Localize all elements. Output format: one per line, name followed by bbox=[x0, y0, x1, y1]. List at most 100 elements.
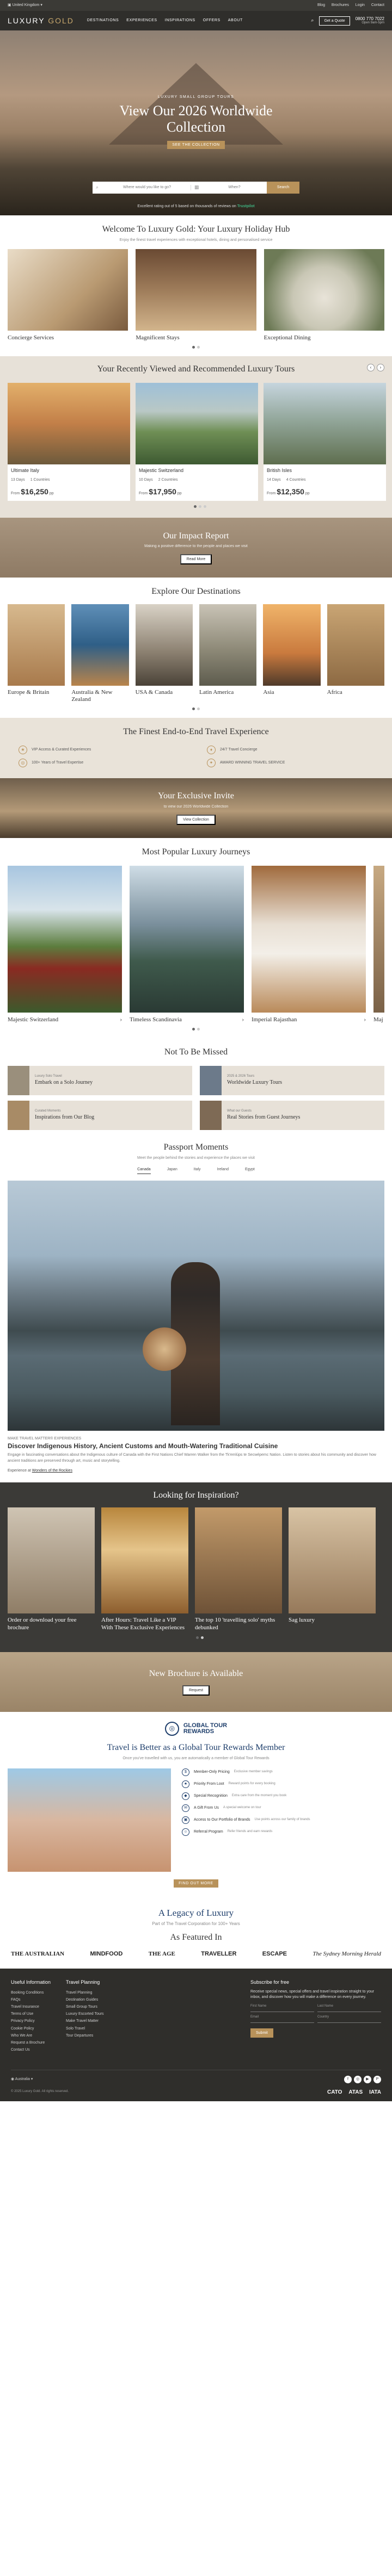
footer-link[interactable]: Who We Are bbox=[11, 2033, 51, 2038]
topbar-link-login[interactable]: Login bbox=[356, 3, 365, 7]
card-label: Exceptional Dining bbox=[264, 334, 311, 341]
destination-africa[interactable]: Africa bbox=[327, 604, 384, 703]
footer-link[interactable]: Solo Travel bbox=[66, 2026, 104, 2031]
tour-card[interactable]: Majestic Switzerland 10 Days 2 Countries … bbox=[136, 382, 258, 501]
inspire-card[interactable]: The top 10 'travelling solo' myths debun… bbox=[195, 1507, 282, 1632]
tab-japan[interactable]: Japan bbox=[167, 1167, 177, 1174]
missed-stories[interactable]: What our Guests Real Stories from Guest J… bbox=[200, 1100, 384, 1130]
country-select[interactable]: Country bbox=[317, 2015, 381, 2023]
trustpilot-rating[interactable]: Excellent rating out of 5 based on thous… bbox=[0, 204, 392, 209]
footer-link[interactable]: Request a Brochure bbox=[11, 2040, 51, 2045]
tab-ireland[interactable]: Ireland bbox=[217, 1167, 229, 1174]
facebook-icon[interactable]: f bbox=[344, 2075, 352, 2083]
nav-offers[interactable]: Offers bbox=[203, 18, 220, 23]
inspire-card[interactable]: Sag luxury bbox=[289, 1507, 376, 1632]
footer-link[interactable]: Destination Guides bbox=[66, 1997, 104, 2002]
pinterest-icon[interactable]: P bbox=[373, 2075, 381, 2083]
date-search-input[interactable]: ▦ When? bbox=[191, 184, 267, 190]
nav-experiences[interactable]: Experiences bbox=[126, 18, 157, 23]
destination-asia[interactable]: Asia bbox=[263, 604, 321, 703]
first-name-field[interactable]: First Name bbox=[250, 2004, 314, 2012]
passport-tour-link[interactable]: Wonders of the Rockies bbox=[32, 1469, 72, 1473]
destination-latin-america[interactable]: Latin America bbox=[199, 604, 257, 703]
footer-link[interactable]: Booking Conditions bbox=[11, 1990, 51, 1995]
footer-link[interactable]: Tour Departures bbox=[66, 2033, 104, 2038]
card-dining[interactable]: Exceptional Dining bbox=[264, 249, 384, 342]
journey-card[interactable]: Maj bbox=[373, 865, 384, 1023]
tour-card[interactable]: Ultimate Italy 13 Days 1 Countries From $… bbox=[8, 382, 130, 501]
journey-card[interactable]: Imperial Rajasthan › bbox=[252, 865, 366, 1023]
impact-read-more-button[interactable]: Read More bbox=[180, 554, 212, 565]
card-concierge[interactable]: Concierge Services bbox=[8, 249, 128, 342]
footer-link[interactable]: Cookie Policy bbox=[11, 2026, 51, 2031]
carousel-dots[interactable] bbox=[8, 505, 392, 508]
footer-link[interactable]: Privacy Policy bbox=[11, 2019, 51, 2023]
tour-card[interactable]: British Isles 14 Days 4 Countries From $1… bbox=[264, 382, 386, 501]
inspire-image bbox=[289, 1507, 376, 1614]
missed-solo[interactable]: Luxury Solo Travel Embark on a Solo Journ… bbox=[8, 1065, 192, 1095]
phone-number[interactable]: 0800 770 7022 Open 9am-5pm bbox=[356, 16, 384, 26]
youtube-icon[interactable]: ▶ bbox=[364, 2075, 371, 2083]
footer-link[interactable]: Travel Insurance bbox=[11, 2004, 51, 2009]
missed-kicker: 2025 & 2026 Tours bbox=[227, 1075, 255, 1078]
feature-award: ✦ AWARD WINNING TRAVEL SERVICE bbox=[207, 758, 373, 767]
topbar-link-contact[interactable]: Contact bbox=[371, 3, 384, 7]
card-stays[interactable]: Magnificent Stays bbox=[136, 249, 256, 342]
journey-card[interactable]: Timeless Scandinavia › bbox=[130, 865, 244, 1023]
region-selector[interactable]: ▣ United Kingdom ▾ bbox=[8, 3, 42, 8]
destination-search-input[interactable]: ⌕ Where would you like to go? bbox=[93, 184, 191, 190]
carousel-dots[interactable] bbox=[8, 1636, 392, 1639]
get-quote-button[interactable]: Get a Quote bbox=[319, 16, 350, 26]
footer-link[interactable]: Travel Planning bbox=[66, 1990, 104, 1995]
carousel-dots[interactable] bbox=[8, 707, 384, 711]
footer-link[interactable]: FAQs bbox=[11, 1997, 51, 2002]
inspire-card[interactable]: Order or download your free brochure bbox=[8, 1507, 95, 1632]
journey-image bbox=[130, 865, 244, 1013]
footer-link[interactable]: Luxury Escorted Tours bbox=[66, 2012, 104, 2016]
footer-link[interactable]: Contact Us bbox=[11, 2047, 51, 2052]
footer-region-selector[interactable]: ◉ Australia ▾ bbox=[11, 2077, 33, 2082]
see-collection-button[interactable]: See the Collection bbox=[167, 140, 225, 149]
search-button[interactable]: Search bbox=[267, 182, 299, 194]
passport-moments-section: Passport Moments Meet the people behind … bbox=[0, 1133, 392, 1482]
footer-link[interactable]: Make Travel Matter bbox=[66, 2019, 104, 2023]
destination-europe[interactable]: Europe & Britain bbox=[8, 604, 65, 703]
prev-arrow-icon[interactable]: ‹ bbox=[367, 364, 375, 372]
main-nav: Destinations Experiences Inspirations Of… bbox=[87, 18, 243, 23]
email-field[interactable]: Email bbox=[250, 2015, 314, 2023]
topbar-link-brochures[interactable]: Brochures bbox=[332, 3, 349, 7]
view-collection-button[interactable]: View Collection bbox=[176, 815, 216, 825]
instagram-icon[interactable]: ◎ bbox=[354, 2075, 362, 2083]
site-logo[interactable]: LUXURY GOLD bbox=[8, 16, 74, 26]
newsletter-submit-button[interactable]: Submit bbox=[250, 2028, 273, 2038]
nav-about[interactable]: About bbox=[228, 18, 243, 23]
missed-blog[interactable]: Curated Moments Inspirations from Our Blo… bbox=[8, 1100, 192, 1130]
social-links: f ◎ ▶ P bbox=[344, 2075, 381, 2083]
inspire-card[interactable]: After Hours: Travel Like a VIP With Thes… bbox=[101, 1507, 188, 1632]
footer-link[interactable]: Small Group Tours bbox=[66, 2004, 104, 2009]
last-name-field[interactable]: Last Name bbox=[317, 2004, 381, 2012]
nav-inspirations[interactable]: Inspirations bbox=[165, 18, 195, 23]
tab-italy[interactable]: Italy bbox=[194, 1167, 201, 1174]
tab-canada[interactable]: Canada bbox=[137, 1167, 151, 1174]
footer-link[interactable]: Terms of Use bbox=[11, 2012, 51, 2016]
find-out-more-button[interactable]: Find Out More bbox=[174, 1879, 218, 1888]
missed-worldwide[interactable]: 2025 & 2026 Tours Worldwide Luxury Tours bbox=[200, 1065, 384, 1095]
inspire-label: The top 10 'travelling solo' myths debun… bbox=[195, 1617, 275, 1631]
carousel-dots[interactable] bbox=[8, 346, 384, 349]
gtr-logo: ◎ GLOBAL TOUR REWARDS bbox=[8, 1721, 384, 1736]
nav-destinations[interactable]: Destinations bbox=[87, 18, 119, 23]
journey-card[interactable]: Majestic Switzerland › bbox=[8, 865, 122, 1023]
search-icon[interactable]: ⌕ bbox=[311, 17, 314, 24]
destination-australia[interactable]: Australia & New Zealand bbox=[71, 604, 129, 703]
destination-usa[interactable]: USA & Canada bbox=[135, 604, 193, 703]
request-brochure-button[interactable]: Request bbox=[182, 1685, 210, 1696]
gtr-title: Travel is Better as a Global Tour Reward… bbox=[107, 1742, 285, 1752]
tab-egypt[interactable]: Egypt bbox=[245, 1167, 255, 1174]
tag-icon: $ bbox=[182, 1768, 189, 1776]
topbar-link-blog[interactable]: Blog bbox=[317, 3, 325, 7]
points-icon: ★ bbox=[182, 1780, 189, 1788]
next-arrow-icon[interactable]: › bbox=[377, 364, 384, 372]
destination-image bbox=[71, 604, 129, 686]
carousel-dots[interactable] bbox=[8, 1028, 384, 1031]
